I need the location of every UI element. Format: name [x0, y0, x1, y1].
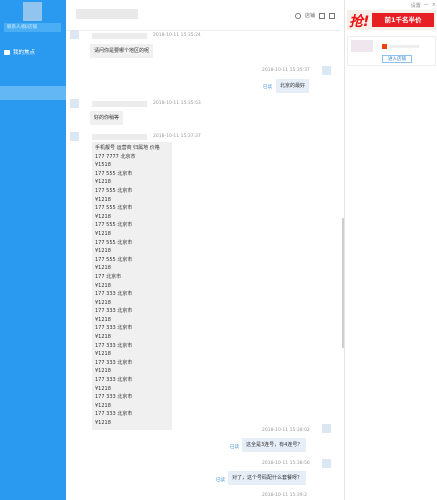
- list-item: ¥1518: [95, 162, 111, 169]
- shop-link[interactable]: 店铺: [305, 12, 315, 19]
- list-item: ¥1218: [95, 230, 111, 237]
- avatar: [70, 132, 79, 141]
- sidebar: 联系人/群/店铺 我的焦点: [0, 0, 66, 500]
- list-item: ¥1218: [95, 179, 111, 186]
- message-timestamp: 2018-10-11 15:35:37: [262, 68, 310, 73]
- enter-shop-button[interactable]: 进入店铺: [382, 55, 412, 63]
- list-item: 177 333 北京市: [95, 342, 133, 349]
- number-list-header: 手机靓号 运营商 归属地 价格: [95, 145, 160, 151]
- message-bubble: 好的你稍等: [90, 111, 124, 125]
- list-item: ¥1218: [95, 420, 111, 426]
- message-bubble: 北京的最好: [276, 79, 310, 93]
- list-item: 177 333 北京市: [95, 394, 133, 401]
- shop-name: [389, 45, 419, 48]
- window-controls: 设置 — ×: [411, 2, 436, 9]
- list-item: 177 333 北京市: [95, 291, 133, 298]
- chat-header-actions: 店铺: [294, 12, 335, 19]
- list-item: 177 555 北京市: [95, 170, 133, 177]
- avatar: [70, 30, 79, 39]
- list-item: 177 333 北京市: [95, 359, 133, 366]
- read-status: 已读: [216, 478, 225, 483]
- user-avatar[interactable]: [23, 2, 42, 21]
- message-timestamp: 2018-10-11 15:38:02: [262, 428, 310, 433]
- my-focus-item[interactable]: 我的焦点: [4, 48, 35, 56]
- list-item: ¥1218: [95, 368, 111, 375]
- chat-header: 店铺: [66, 0, 341, 31]
- close-button[interactable]: ×: [432, 2, 436, 9]
- list-item: 177 333 北京市: [95, 411, 133, 418]
- footprint-icon[interactable]: [329, 12, 335, 19]
- focus-icon: [4, 49, 10, 55]
- list-item: ¥1218: [95, 248, 111, 255]
- sender-name: [92, 33, 147, 39]
- my-avatar: [322, 424, 331, 433]
- message-bubble: 请问你是要哪个地区的呢: [90, 44, 154, 58]
- list-item: ¥1218: [95, 265, 111, 272]
- right-panel: 设置 — × 抢! 前1千名半价 进入店铺: [344, 0, 437, 500]
- shop-logo: [351, 40, 373, 52]
- list-item: 177 7777 北京市: [95, 153, 136, 160]
- list-item: ¥1218: [95, 351, 111, 358]
- list-item: 177 333 北京市: [95, 377, 133, 384]
- number-list-message: 手机靓号 运营商 归属地 价格 177 7777 北京市 ¥1518 177 555…: [92, 142, 172, 430]
- sender-name: [92, 134, 147, 140]
- user-icon[interactable]: [294, 12, 301, 19]
- list-item: ¥1218: [95, 334, 111, 341]
- shop-badge-icon: [382, 44, 387, 49]
- folder-icon[interactable]: [319, 12, 325, 19]
- settings-button[interactable]: 设置: [411, 2, 421, 9]
- my-avatar: [322, 459, 331, 468]
- promo-banner[interactable]: 抢! 前1千名半价: [347, 10, 436, 30]
- message-timestamp: 2018-10-11 15:38:56: [262, 461, 310, 466]
- list-item: 177 555 北京市: [95, 205, 133, 212]
- message-timestamp: 2018-10-11 15:37:37: [153, 134, 201, 139]
- contact-name: [76, 9, 138, 19]
- selected-conversation-item[interactable]: [0, 86, 66, 100]
- message-timestamp: 2018-10-11 15:35:24: [153, 33, 201, 38]
- message-timestamp: 2018-10-11 15:39:2: [262, 493, 307, 498]
- message-bubble: 这全是3连号，有4连号？: [242, 438, 307, 452]
- promo-grab-text: 抢!: [349, 14, 370, 30]
- shop-card: 进入店铺: [347, 36, 436, 66]
- list-item: 177 555 北京市: [95, 222, 133, 229]
- list-item: ¥1218: [95, 213, 111, 220]
- list-item: ¥1218: [95, 196, 111, 203]
- read-status: 已读: [263, 85, 272, 90]
- list-item: ¥1218: [95, 282, 111, 289]
- list-item: ¥1218: [95, 299, 111, 306]
- list-item: 177 555 北京市: [95, 256, 133, 263]
- sender-name: [92, 101, 147, 107]
- my-focus-label: 我的焦点: [13, 50, 36, 56]
- minimize-button[interactable]: —: [424, 2, 429, 9]
- message-bubble: 对了，这个号码配什么套餐呀？: [228, 471, 307, 485]
- contact-search-input[interactable]: 联系人/群/店铺: [4, 23, 61, 32]
- list-item: 177 北京市: [95, 273, 122, 280]
- list-item: 177 333 北京市: [95, 325, 133, 332]
- list-item: ¥1218: [95, 385, 111, 392]
- promo-text: 前1千名半价: [372, 13, 434, 27]
- list-item: 177 333 北京市: [95, 308, 133, 315]
- list-item: ¥1218: [95, 316, 111, 323]
- avatar: [70, 99, 79, 108]
- read-status: 已读: [230, 445, 239, 450]
- list-item: 177 555 北京市: [95, 239, 133, 246]
- my-avatar: [322, 66, 331, 75]
- list-item: ¥1218: [95, 402, 111, 409]
- message-timestamp: 2018-10-11 15:35:53: [153, 101, 201, 106]
- list-item: 177 555 北京市: [95, 187, 133, 194]
